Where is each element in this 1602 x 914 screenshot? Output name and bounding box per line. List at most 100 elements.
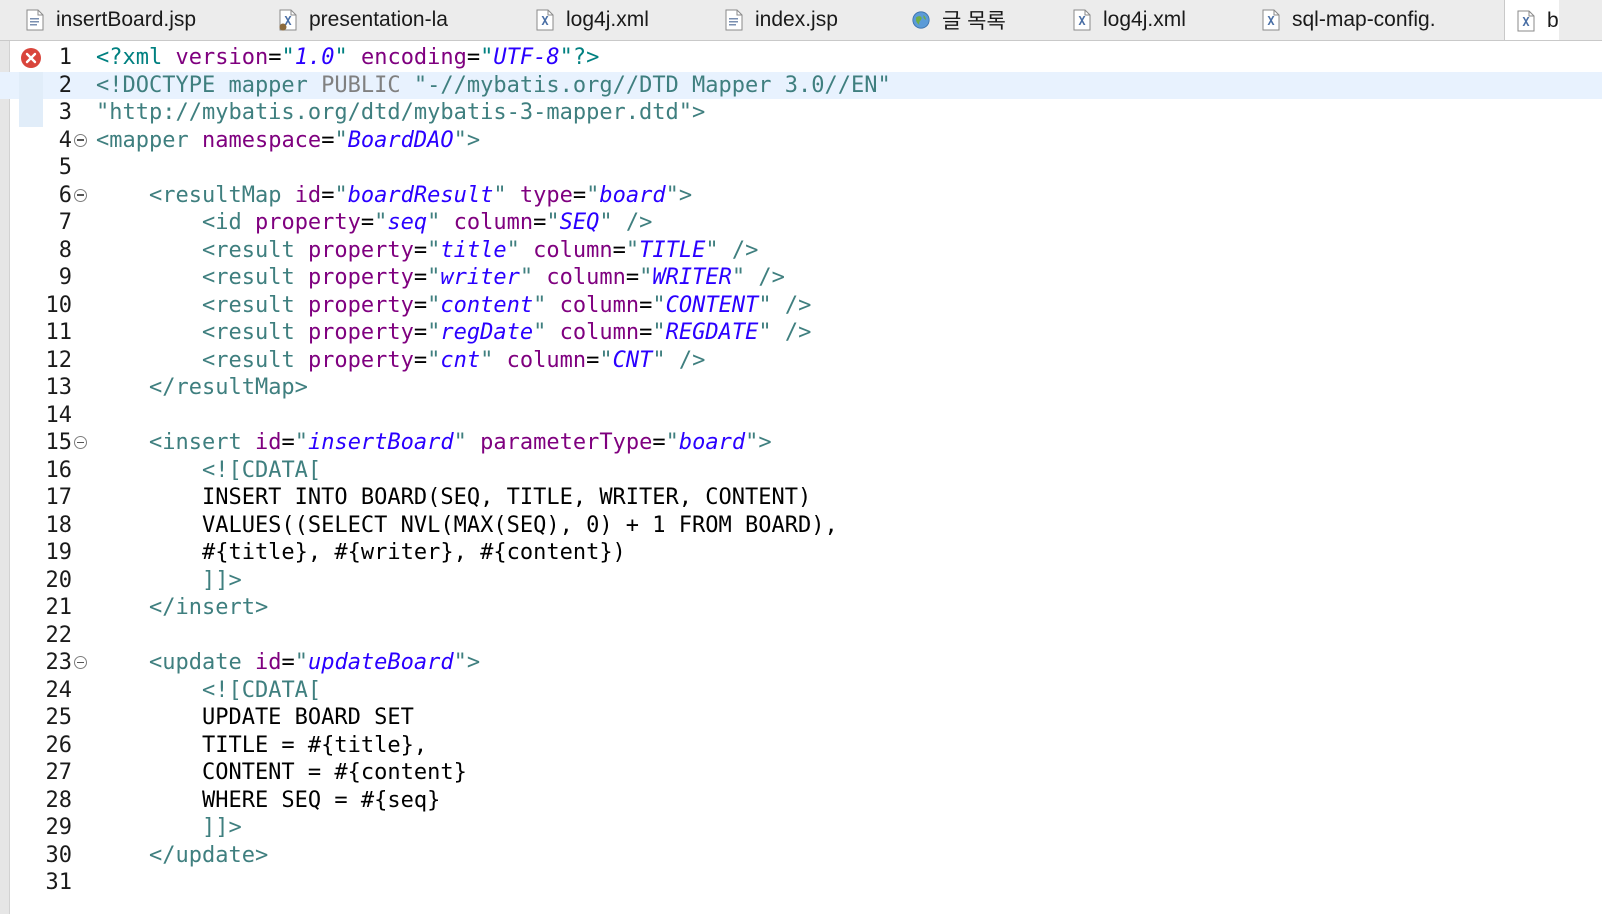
code-token: " (427, 292, 441, 318)
line-number: 15 (45, 430, 73, 455)
code-token: "> (745, 430, 772, 455)
code-token: = (268, 45, 282, 70)
code-line[interactable] (0, 154, 1602, 182)
editor-tab[interactable]: Xb (1504, 0, 1559, 40)
code-token: = (360, 210, 375, 235)
tab-label: b (1547, 8, 1559, 32)
line-number: 18 (45, 512, 73, 538)
code-text: TITLE = #{title}, (96, 732, 427, 760)
code-line[interactable] (0, 622, 1602, 650)
xml-file-icon: X (1517, 10, 1535, 32)
code-token: " (480, 347, 507, 373)
code-line[interactable] (0, 869, 1602, 897)
line-number: 30 (45, 842, 73, 868)
code-token: ]]> (201, 815, 242, 840)
line-number: 24 (45, 677, 73, 703)
tab-label: sql-map-config. (1292, 8, 1436, 31)
editor-tab[interactable]: index.jsp (725, 0, 838, 40)
editor-tab[interactable]: insertBoard.jsp (26, 0, 196, 40)
editor-tab[interactable]: 글 목록 (912, 0, 1006, 40)
code-token: " (427, 265, 441, 290)
code-token: = (639, 320, 653, 345)
editor-tab-bar: insertBoard.jsp Xpresentation-la Xlog4j.xm… (0, 0, 1602, 41)
code-token: "-//mybatis.org//DTD Mapper 3.0//EN" (400, 72, 891, 98)
code-token: column (546, 265, 626, 290)
code-token: " (427, 320, 441, 345)
code-token: property (307, 237, 414, 263)
code-token: type (519, 182, 573, 208)
code-token: " (652, 292, 666, 318)
code-token: "> (453, 127, 481, 153)
code-token: "> (453, 650, 481, 675)
code-token: " (639, 265, 653, 290)
code-token: version (175, 45, 269, 70)
line-number: 31 (45, 870, 73, 895)
code-token: 1.0 (294, 45, 335, 70)
code-token: CONTENT (665, 292, 759, 318)
code-token: = (281, 430, 295, 455)
code-text: <result property="regDate" column="REGDA… (96, 319, 811, 347)
code-token: id (294, 182, 322, 208)
code-text: INSERT INTO BOARD(SEQ, TITLE, WRITER, CO… (96, 484, 811, 512)
code-editor[interactable]: 1 <?xml version="1.0" encoding="UTF-8"?> 2… (0, 41, 1602, 914)
code-token: <result (201, 237, 308, 263)
code-token: property (307, 347, 414, 373)
editor-tab[interactable]: Xpresentation-la (279, 0, 448, 40)
editor-tab[interactable]: Xsql-map-config. (1262, 0, 1436, 40)
code-line[interactable] (0, 402, 1602, 430)
code-token: updateBoard (307, 650, 454, 675)
jsp-file-icon (26, 9, 44, 31)
code-token: CNT (612, 347, 653, 373)
editor-tab[interactable]: Xlog4j.xml (1073, 0, 1186, 40)
code-token: <result (201, 347, 308, 373)
code-text: WHERE SEQ = #{seq} (96, 787, 440, 815)
code-token: id (254, 650, 282, 675)
code-text: <result property="writer" column="WRITER… (96, 264, 785, 292)
fold-collapse-icon[interactable] (74, 133, 87, 147)
editor-tab[interactable]: Xlog4j.xml (536, 0, 649, 40)
code-token: "> (665, 182, 693, 208)
svg-text:X: X (541, 14, 549, 28)
fold-collapse-icon[interactable] (74, 656, 87, 669)
code-token: " /> (705, 237, 759, 263)
code-token: "?> (559, 45, 600, 70)
fold-collapse-icon[interactable] (74, 188, 87, 202)
code-text: </update> (96, 842, 268, 870)
code-token: TITLE = #{title}, (96, 732, 428, 758)
code-text: UPDATE BOARD SET (96, 704, 414, 732)
code-token: </update> (148, 842, 269, 868)
code-token: namespace (201, 127, 322, 153)
fold-collapse-icon[interactable] (74, 436, 87, 449)
code-token: = (612, 237, 626, 263)
line-number: 16 (45, 457, 73, 483)
code-text: <update id="updateBoard"> (96, 649, 480, 677)
code-token: PUBLIC (321, 72, 401, 98)
code-text: CONTENT = #{content} (96, 759, 467, 787)
code-token: UPDATE BOARD SET (96, 705, 414, 730)
code-token: </insert> (148, 595, 269, 620)
line-number: 23 (45, 650, 73, 675)
code-token: VALUES((SELECT NVL(MAX(SEQ), 0) + 1 FROM… (96, 512, 838, 538)
code-token: " (294, 650, 308, 675)
code-token: <result (201, 265, 308, 290)
code-token: INSERT INTO BOARD(SEQ, TITLE, WRITER, CO… (96, 485, 812, 510)
code-token: ]]> (201, 567, 242, 593)
code-token: <result (201, 320, 308, 345)
code-token: " (374, 210, 388, 235)
code-token: = (413, 265, 428, 290)
code-token: property (307, 320, 414, 345)
code-text: ]]> (96, 567, 242, 595)
code-token: CONTENT = #{content} (96, 760, 467, 785)
code-token: <mapper (96, 127, 202, 153)
tab-label: presentation-la (309, 8, 448, 31)
code-token: SEQ (559, 210, 600, 235)
